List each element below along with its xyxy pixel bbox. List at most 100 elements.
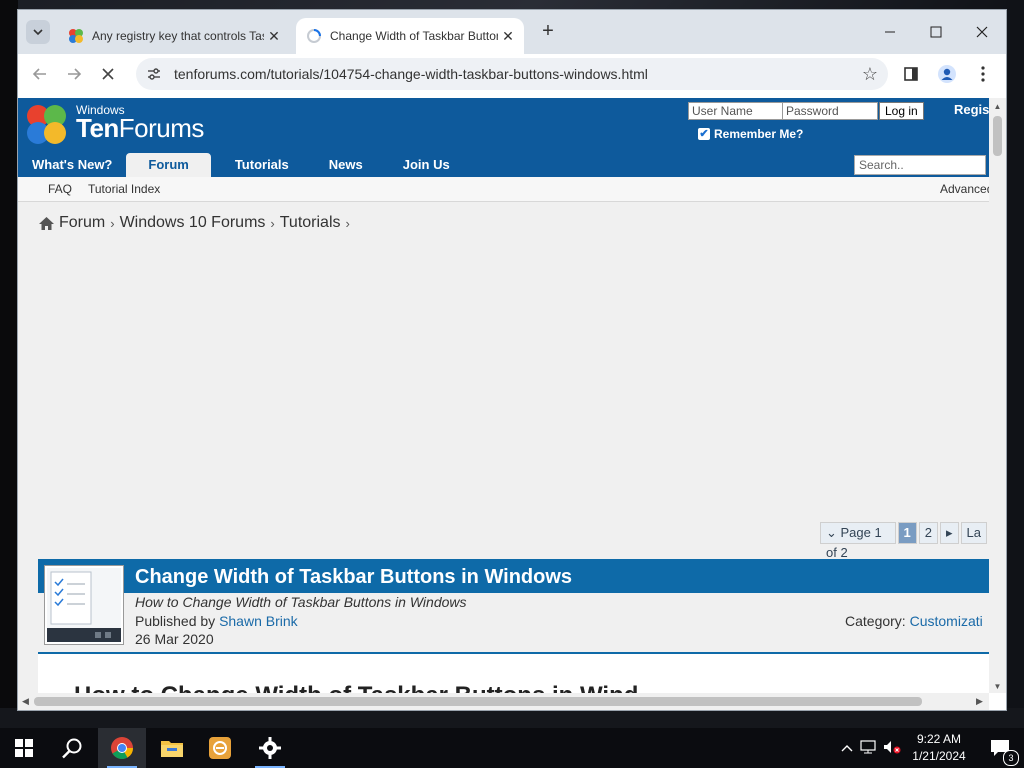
nav-tutorials[interactable]: Tutorials [211,153,303,177]
minimize-icon [885,31,895,33]
tab-title: Change Width of Taskbar Buttons in Windo… [330,29,498,43]
clock[interactable]: 9:22 AM 1/21/2024 [910,731,968,765]
scroll-up-icon[interactable]: ▲ [993,102,1002,111]
show-hidden-icons-icon[interactable] [838,741,856,755]
notification-center-button[interactable]: 3 [976,728,1024,768]
category-link[interactable]: Customizati [910,613,983,629]
tab-search-button[interactable] [26,20,50,44]
horizontal-scroll-thumb[interactable] [34,697,922,706]
close-window-button[interactable] [964,18,1000,46]
browser-toolbar: tenforums.com/tutorials/104754-change-wi… [18,54,1006,94]
login-button[interactable]: Log in [879,102,924,120]
author-link[interactable]: Shawn Brink [219,613,298,629]
minimize-button[interactable] [872,18,908,46]
breadcrumb-windows-10-forums[interactable]: Windows 10 Forums [120,214,266,232]
article-body: How to Change Width of Taskbar Buttons i… [38,654,989,693]
chevron-down-icon: ⌄ [826,525,841,540]
side-panel-icon [904,67,918,81]
scroll-down-icon[interactable]: ▼ [993,682,1002,691]
tab-change-width[interactable]: Change Width of Taskbar Buttons in Windo… [296,18,524,54]
scroll-left-icon[interactable]: ◀ [22,696,29,707]
network-icon[interactable] [856,739,880,757]
search-button[interactable] [48,728,96,768]
article-thumbnail [44,565,124,645]
vertical-scroll-thumb[interactable] [993,116,1002,156]
taskbar-file-explorer[interactable] [148,728,196,768]
notification-count-badge: 3 [1003,750,1019,766]
volume-muted-icon[interactable] [880,740,904,757]
username-input[interactable]: User Name [688,102,784,120]
page-viewport: Windows TenForums User Name Password Log… [18,98,989,693]
subnav-advanced[interactable]: Advanced [940,182,989,196]
taskbar-settings[interactable] [246,728,294,768]
close-tab-icon[interactable]: ✕ [498,28,518,45]
taskbar-chrome[interactable] [98,728,146,768]
gear-icon [259,737,281,759]
subnav-tutorial-index[interactable]: Tutorial Index [88,182,160,196]
close-tab-icon[interactable]: ✕ [264,28,284,45]
tenforums-favicon-icon [69,29,83,43]
clock-date: 1/21/2024 [912,749,966,763]
profile-button[interactable] [935,62,959,86]
back-button[interactable] [28,62,52,86]
start-button[interactable] [0,728,48,768]
stop-icon [102,68,114,80]
taskbar-app[interactable] [196,728,244,768]
more-vert-icon [981,66,985,82]
nav-whats-new[interactable]: What's New? [18,153,126,177]
desktop-left-edge [0,0,18,728]
address-bar[interactable]: tenforums.com/tutorials/104754-change-wi… [136,58,888,90]
url-text[interactable]: tenforums.com/tutorials/104754-change-wi… [174,66,648,82]
pager-last[interactable]: La [960,522,987,544]
forward-button[interactable] [62,62,86,86]
home-icon[interactable] [38,216,55,231]
tab-registry[interactable]: Any registry key that controls Taskbar ✕ [58,18,290,54]
chrome-icon [111,737,133,759]
nav-news[interactable]: News [303,153,377,177]
subnav-faq[interactable]: FAQ [48,182,72,196]
breadcrumb-tutorials[interactable]: Tutorials [280,214,341,232]
chevron-right-icon: › [270,215,275,231]
chevron-right-icon: › [110,215,115,231]
app-tile-icon [209,737,231,759]
pager-label[interactable]: ⌄ Page 1 of 2 [820,522,896,560]
article-published-by: Published by Shawn Brink [135,613,298,629]
arrow-left-icon [32,68,46,80]
desktop-strip [0,708,1024,728]
maximize-button[interactable] [918,18,954,46]
breadcrumb: Forum › Windows 10 Forums › Tutorials › [38,214,355,232]
arrow-right-icon [68,68,82,80]
tab-strip: Any registry key that controls Taskbar ✕… [18,10,1006,54]
site-search-input[interactable]: Search.. [854,155,986,175]
tab-title: Any registry key that controls Taskbar [92,29,264,43]
vertical-scrollbar[interactable]: ▲ ▼ [989,98,1006,693]
browser-menu-button[interactable] [971,62,995,86]
side-panel-button[interactable] [899,62,923,86]
article-category: Category: Customizati [845,613,983,629]
pager-current-page: 1 [897,522,917,544]
windows-taskbar: 9:22 AM 1/21/2024 3 [0,728,1024,768]
nav-join-us[interactable]: Join Us [377,153,464,177]
main-nav: What's New? Forum Tutorials News Join Us [18,153,464,177]
chevron-down-icon [33,29,43,36]
browser-window: Any registry key that controls Taskbar ✕… [18,10,1006,710]
clock-time: 9:22 AM [916,732,962,746]
nav-forum[interactable]: Forum [126,153,211,177]
site-logo[interactable]: Windows TenForums [24,103,234,148]
remember-me-checkbox[interactable]: ✔ Remember Me? [698,127,803,141]
new-tab-button[interactable]: + [536,20,560,44]
pager-next-icon[interactable]: ▸ [940,522,959,544]
taskbar-settings-thumbnail-icon [47,568,121,642]
register-link[interactable]: Regis [954,102,989,117]
article-title: Change Width of Taskbar Buttons in Windo… [135,566,573,588]
profile-avatar-icon [938,65,956,83]
stop-loading-button[interactable] [96,62,120,86]
password-input[interactable]: Password [782,102,878,120]
remember-me-label: Remember Me? [714,127,804,141]
bookmark-star-icon[interactable]: ☆ [862,64,878,85]
pager-page-2[interactable]: 2 [918,522,938,544]
horizontal-scrollbar[interactable]: ◀ ▶ [18,693,989,710]
breadcrumb-forum[interactable]: Forum [59,214,105,232]
maximize-icon [930,26,942,38]
scroll-right-icon[interactable]: ▶ [976,696,983,707]
